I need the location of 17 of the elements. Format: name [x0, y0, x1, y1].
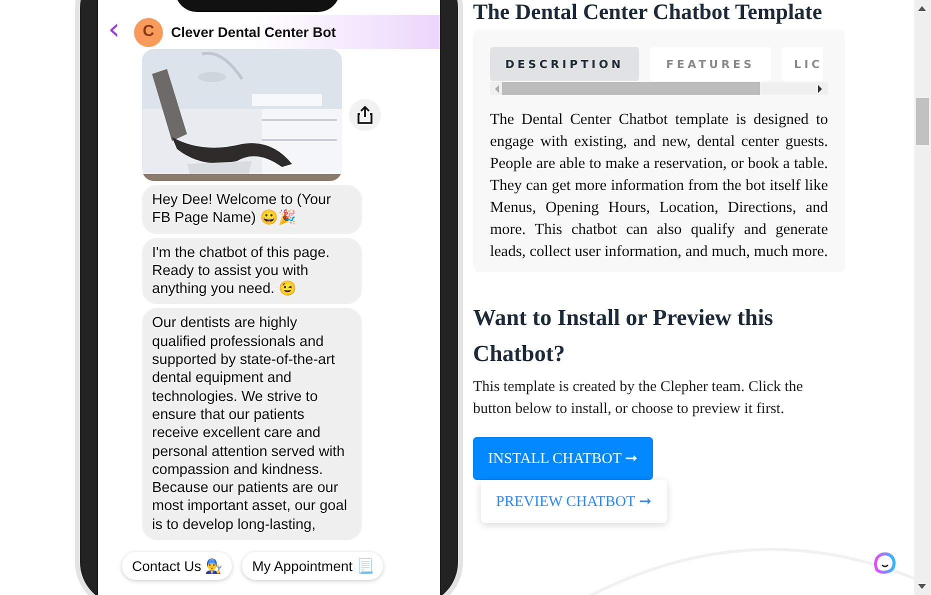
install-button[interactable]: INSTALL CHATBOT ➞ [473, 437, 654, 480]
chat-message: I'm the chatbot of this page. Ready to assist you with anything you need. 😉 [142, 238, 362, 304]
quick-reply-button[interactable]: My Appointment 📃 [242, 552, 384, 580]
tab[interactable]: LIC [782, 47, 823, 81]
tab[interactable]: DESCRIPTION [490, 47, 639, 81]
quick-reply-button[interactable]: Contact Us 👨‍🔧 [122, 552, 232, 580]
chat-message: Hey Dee! Welcome to (Your FB Page Name) 😀🎉 [142, 185, 362, 234]
page-title: The Dental Center Chatbot Template [473, 0, 824, 24]
description-text: The Dental Center Chatbot template is designed to engage with existing, and new, dental center guests. People are able to make a reservation, or book a table. They can get more information from the bot itself like Menus, Opening Hours, Location, Directions, and more. This chatbot can also qualify and generate leads, collect user information, and much, much more. [490, 110, 828, 262]
tab[interactable]: FEATURES [650, 47, 771, 81]
chat-title: Clever Dental Center Bot [171, 24, 336, 40]
install-text: This template is created by the Clepher team. Click the button below to install, or choose to preview it first. [473, 378, 804, 419]
preview-button[interactable]: PREVIEW CHATBOT ➞ [481, 480, 667, 523]
bot-avatar: C [134, 18, 163, 46]
install-heading: Want to Install or Preview this Chatbot? [473, 304, 774, 368]
chat-message: Our dentists are highly qualified professionals and supported by state-of-the-art dental equipment and technologies. We strive to ensure that our patients receive excellent care and personal attention served with compassion and kindness. Because our patients are our most important asset, our goal is to develop long-lasting, [142, 308, 362, 540]
back-button[interactable]: ‹ [108, 15, 126, 49]
